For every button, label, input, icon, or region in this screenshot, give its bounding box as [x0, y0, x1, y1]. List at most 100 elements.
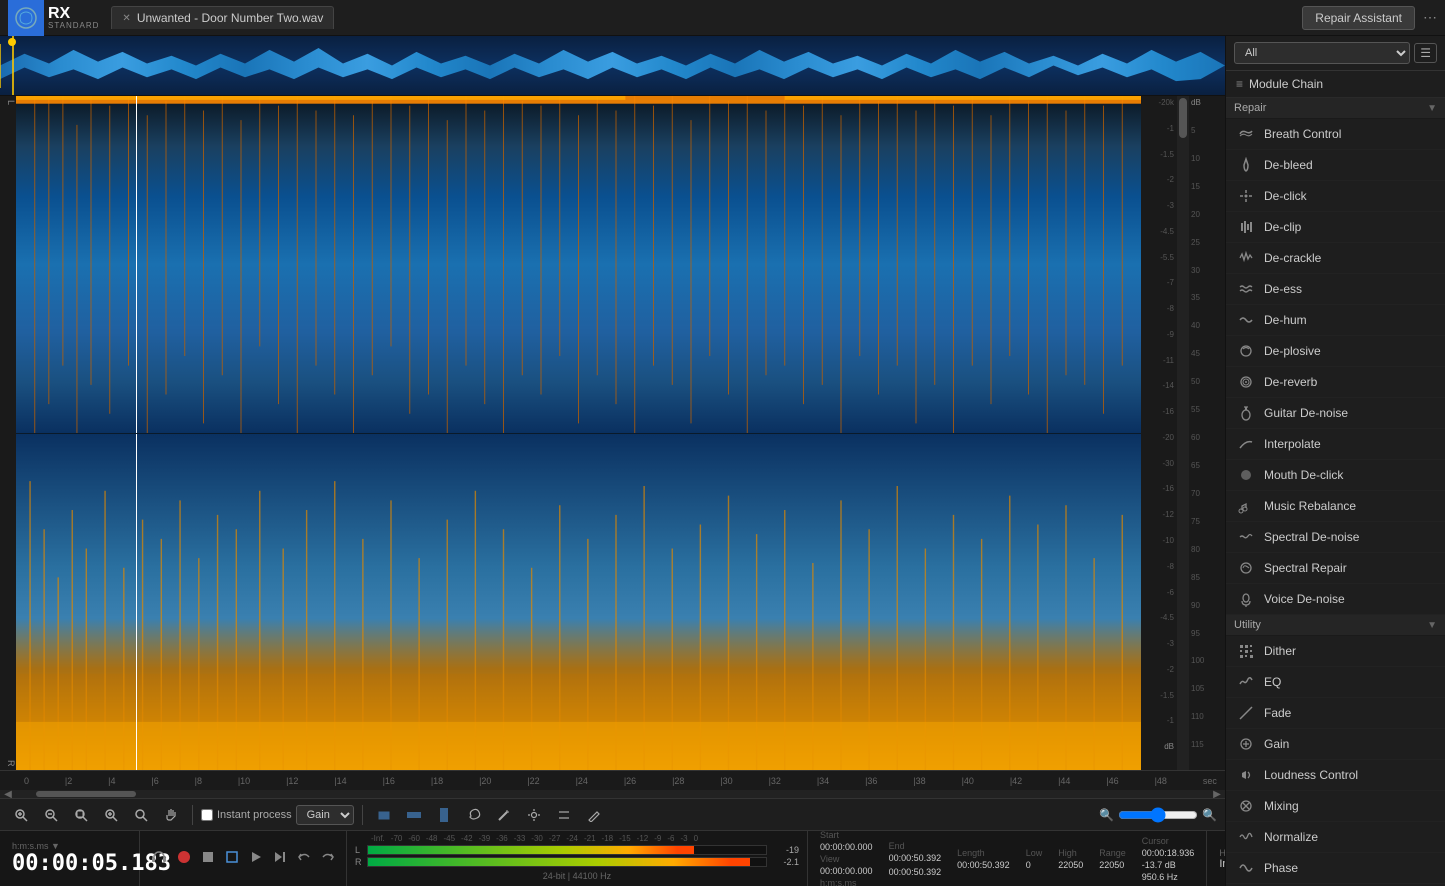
- pencil-btn[interactable]: [581, 805, 607, 825]
- freq-row-30: 30: [1189, 266, 1225, 294]
- menu-item-dither[interactable]: Dither: [1226, 636, 1445, 667]
- zoom-plus-icon[interactable]: 🔍: [1202, 808, 1217, 822]
- file-tab[interactable]: ✕ Unwanted - Door Number Two.wav: [111, 6, 334, 29]
- interpolate-label: Interpolate: [1264, 437, 1321, 451]
- menu-item-normalize[interactable]: Normalize: [1226, 822, 1445, 853]
- menu-item-spectral-repair[interactable]: Spectral Repair: [1226, 553, 1445, 584]
- menu-item-de-hum[interactable]: De-hum: [1226, 305, 1445, 336]
- instant-process-checkbox[interactable]: [201, 809, 213, 821]
- settings-btn[interactable]: [521, 805, 547, 825]
- right-panel: All ☰ ≡ Module Chain Repair ▼ Breath Con…: [1225, 36, 1445, 886]
- zoom-selection-btn[interactable]: [98, 805, 124, 825]
- toolbar: Instant process Gain: [0, 798, 1225, 830]
- menu-item-loudness-control[interactable]: Loudness Control: [1226, 760, 1445, 791]
- menu-item-interpolate[interactable]: Interpolate: [1226, 429, 1445, 460]
- undo-btn[interactable]: [294, 847, 314, 870]
- vertical-scrollbar-thumb[interactable]: [1179, 98, 1187, 138]
- pan-tool-btn[interactable]: [158, 805, 184, 825]
- utility-section-arrow: ▼: [1427, 620, 1437, 631]
- zoom-slider[interactable]: [1118, 807, 1198, 823]
- loop-btn[interactable]: [222, 847, 242, 870]
- menu-item-de-click[interactable]: De-click: [1226, 181, 1445, 212]
- module-chain-row[interactable]: ≡ Module Chain: [1226, 71, 1445, 98]
- time-mark-4: |4: [108, 776, 115, 786]
- repair-section-header[interactable]: Repair ▼: [1226, 98, 1445, 119]
- de-ess-icon: [1236, 279, 1256, 299]
- menu-item-de-ess[interactable]: De-ess: [1226, 274, 1445, 305]
- db-row-25: -1: [1141, 716, 1177, 742]
- select-freq-btn[interactable]: [401, 805, 427, 825]
- time-mark-14: |14: [334, 776, 346, 786]
- db-row-22: -3: [1141, 639, 1177, 665]
- menu-item-eq[interactable]: EQ: [1226, 667, 1445, 698]
- lasso-tool-btn[interactable]: [461, 805, 487, 825]
- panel-menu-button[interactable]: ☰: [1414, 43, 1437, 63]
- db-row-9: -8: [1141, 304, 1177, 330]
- panel-filter-dropdown[interactable]: All: [1234, 42, 1410, 64]
- meter-l-value: -19: [771, 845, 799, 855]
- menu-item-de-reverb[interactable]: De-reverb: [1226, 367, 1445, 398]
- menu-item-fade[interactable]: Fade: [1226, 698, 1445, 729]
- menu-item-de-bleed[interactable]: De-bleed: [1226, 150, 1445, 181]
- zoom-out-h-btn[interactable]: [128, 805, 154, 825]
- menu-item-mixing[interactable]: Mixing: [1226, 791, 1445, 822]
- redo-btn[interactable]: [318, 847, 338, 870]
- menu-item-de-plosive[interactable]: De-plosive: [1226, 336, 1445, 367]
- process-dropdown[interactable]: Gain: [296, 805, 354, 825]
- select-rect-btn[interactable]: [371, 805, 397, 825]
- voice-de-noise-label: Voice De-noise: [1264, 592, 1345, 606]
- menu-item-de-crackle[interactable]: De-crackle: [1226, 243, 1445, 274]
- channel-btn[interactable]: [551, 805, 577, 825]
- magic-wand-btn[interactable]: [491, 805, 517, 825]
- spec-lower: [16, 433, 1141, 770]
- time-mark-46: |46: [1106, 776, 1118, 786]
- zoom-in-btn[interactable]: [8, 805, 34, 825]
- menu-item-music-rebalance[interactable]: Music Rebalance: [1226, 491, 1445, 522]
- time-mark-12: |12: [286, 776, 298, 786]
- db-row-5: -3: [1141, 201, 1177, 227]
- horizontal-scrollbar-thumb[interactable]: [36, 791, 136, 797]
- tab-close-icon[interactable]: ✕: [122, 13, 130, 24]
- menu-item-voice-de-noise[interactable]: Voice De-noise: [1226, 584, 1445, 615]
- vertical-scrollbar[interactable]: [1177, 96, 1189, 770]
- play-btn[interactable]: [246, 847, 266, 870]
- waveform-overview[interactable]: [0, 36, 1225, 96]
- freq-row-110: 110: [1189, 712, 1225, 740]
- freq-row-65: 65: [1189, 461, 1225, 489]
- record-btn[interactable]: [174, 847, 194, 870]
- menu-item-gain[interactable]: Gain: [1226, 729, 1445, 760]
- stop-btn[interactable]: [198, 847, 218, 870]
- zoom-minus-icon[interactable]: 🔍: [1099, 808, 1114, 822]
- info-range-col: Range 22050: [1099, 848, 1126, 870]
- menu-item-mouth-de-click[interactable]: Mouth De-click: [1226, 460, 1445, 491]
- db-row-16: -16: [1141, 484, 1177, 510]
- repair-assistant-button[interactable]: Repair Assistant: [1302, 6, 1415, 30]
- module-chain-icon: ≡: [1236, 77, 1243, 91]
- horizontal-scrollbar[interactable]: ◀ ▶: [0, 790, 1225, 798]
- time-format-label[interactable]: h:m:s.ms ▼: [12, 841, 127, 851]
- info-cursor-col: Cursor 00:00:18.936 -13.7 dB 950.6 Hz: [1142, 836, 1195, 882]
- time-mark-10: |10: [238, 776, 250, 786]
- spectrogram-container[interactable]: [16, 96, 1141, 770]
- meter-scale-header: -Inf.-70-60-48-45-42-39-36-33-30-27-24-2…: [355, 834, 799, 843]
- menu-item-spectral-de-noise[interactable]: Spectral De-noise: [1226, 522, 1445, 553]
- zoom-fit-btn[interactable]: [68, 805, 94, 825]
- menu-item-breath-control[interactable]: Breath Control: [1226, 119, 1445, 150]
- headphone-btn[interactable]: [148, 846, 170, 871]
- select-time-btn[interactable]: [431, 805, 457, 825]
- meter-r-fill: [368, 858, 750, 866]
- menu-item-de-clip[interactable]: De-clip: [1226, 212, 1445, 243]
- db-row-dB: dB: [1141, 742, 1177, 768]
- left-channel-labels: L R: [0, 96, 16, 770]
- utility-section-header[interactable]: Utility ▼: [1226, 615, 1445, 636]
- logo-standard: STANDARD: [48, 22, 99, 30]
- skip-forward-btn[interactable]: [270, 847, 290, 870]
- info-section: Start 00:00:00.000 View 00:00:00.000 h:m…: [807, 831, 1206, 886]
- guitar-de-noise-icon: [1236, 403, 1256, 423]
- meter-l-bar: [367, 845, 767, 855]
- de-reverb-label: De-reverb: [1264, 375, 1317, 389]
- menu-item-guitar-de-noise[interactable]: Guitar De-noise: [1226, 398, 1445, 429]
- zoom-out-btn[interactable]: [38, 805, 64, 825]
- menu-item-phase[interactable]: Phase: [1226, 853, 1445, 884]
- top-right-menu-icon[interactable]: ⋯: [1423, 9, 1437, 26]
